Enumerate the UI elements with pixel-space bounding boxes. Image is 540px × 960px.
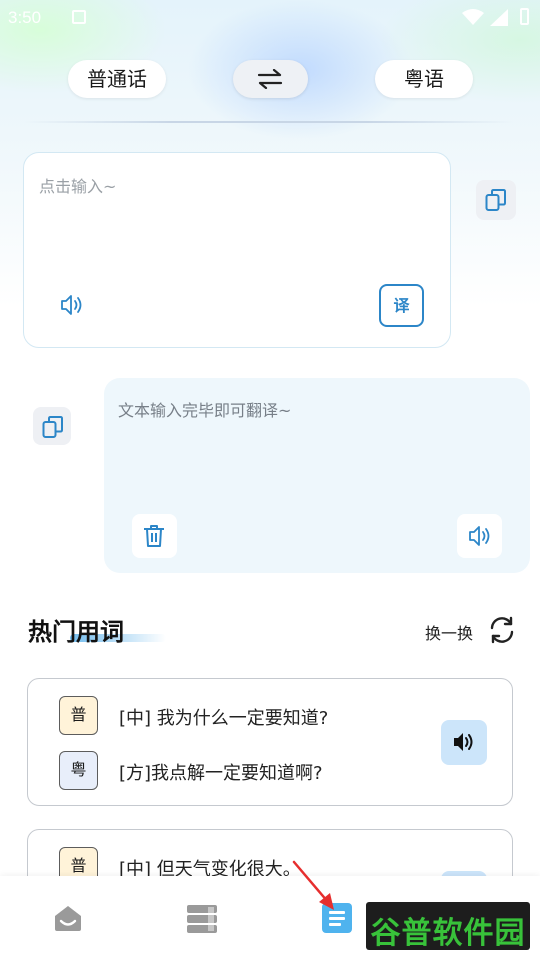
speaker-icon[interactable]: [59, 293, 85, 317]
signal-icon: [490, 9, 508, 26]
clear-button[interactable]: [132, 514, 177, 558]
play-phrase-button[interactable]: [441, 720, 487, 765]
swap-languages-button[interactable]: [233, 60, 308, 98]
cantonese-phrase: [方]我点解一定要知道啊?: [119, 763, 323, 784]
mandarin-phrase: [中] 我为什么一定要知道?: [119, 708, 329, 729]
watermark-logo: 谷普软件园: [366, 902, 530, 951]
hot-phrases-title: 热门用词: [28, 618, 124, 646]
arrow-annotation: [292, 860, 334, 910]
trash-icon: [144, 525, 164, 547]
source-input-card[interactable]: 点击输入~ 译: [23, 152, 451, 348]
notification-icon: [72, 10, 86, 24]
refresh-icon[interactable]: [487, 615, 517, 645]
refresh-button-label[interactable]: 换一换: [425, 620, 473, 644]
mandarin-badge: 普: [59, 696, 98, 735]
copy-icon: [485, 189, 506, 211]
source-language-button[interactable]: 普通话: [68, 60, 166, 98]
volume-icon: [454, 733, 473, 751]
watermark-text: 谷普软件园: [370, 916, 526, 951]
translation-output-placeholder: 文本输入完毕即可翻译~: [118, 401, 292, 420]
target-language-button[interactable]: 粤语: [375, 60, 473, 98]
copy-result-button[interactable]: [33, 407, 71, 445]
battery-icon: [520, 8, 529, 25]
status-bar: 3:50: [0, 0, 540, 36]
speaker-icon: [469, 526, 490, 546]
copy-source-button[interactable]: [476, 180, 516, 220]
phrase-card[interactable]: 普 [中] 我为什么一定要知道? 粤 [方]我点解一定要知道啊?: [27, 678, 513, 806]
header-divider: [24, 121, 514, 123]
translation-output-card: 文本输入完毕即可翻译~: [104, 378, 530, 573]
translate-button[interactable]: 译: [379, 284, 424, 327]
home-icon[interactable]: [52, 903, 84, 933]
play-translation-button[interactable]: [457, 514, 502, 558]
cantonese-badge: 粤: [59, 751, 98, 790]
copy-icon: [42, 416, 63, 438]
books-icon[interactable]: [186, 903, 218, 935]
source-input-placeholder[interactable]: 点击输入~: [39, 173, 116, 197]
wifi-icon: [462, 9, 484, 25]
status-time: 3:50: [8, 8, 42, 27]
swap-icon: [257, 69, 283, 89]
